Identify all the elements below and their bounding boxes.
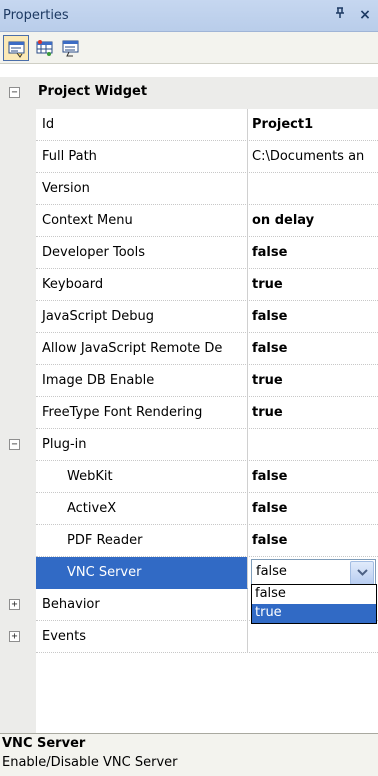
categorized-view-button[interactable] xyxy=(3,35,29,61)
property-value[interactable]: false xyxy=(249,301,378,333)
property-value[interactable]: true xyxy=(249,365,378,397)
property-row[interactable]: Developer Tools false xyxy=(0,237,378,269)
property-value[interactable]: false xyxy=(249,333,378,365)
property-row[interactable]: Image DB Enable true xyxy=(0,365,378,397)
property-row[interactable]: Id Project1 xyxy=(0,109,378,141)
property-row[interactable]: Keyboard true xyxy=(0,269,378,301)
property-row[interactable]: Allow JavaScript Remote De false xyxy=(0,333,378,365)
property-name[interactable]: Developer Tools xyxy=(36,237,248,269)
expand-icon[interactable]: + xyxy=(9,599,20,610)
properties-toolbar xyxy=(0,32,378,64)
property-row-events[interactable]: + Events xyxy=(0,621,378,653)
property-value[interactable]: C:\Documents an xyxy=(249,141,378,173)
collapse-icon[interactable]: − xyxy=(9,87,20,98)
property-name[interactable]: JavaScript Debug xyxy=(36,301,248,333)
property-value[interactable]: on delay xyxy=(249,205,378,237)
property-value[interactable]: false xyxy=(249,493,378,525)
property-name[interactable]: Plug-in xyxy=(36,429,248,461)
property-value[interactable]: true xyxy=(249,269,378,301)
categorized-icon xyxy=(8,41,25,58)
property-row[interactable]: WebKit false xyxy=(0,461,378,493)
dropdown-option-false[interactable]: false xyxy=(252,585,376,604)
property-row[interactable]: FreeType Font Rendering true xyxy=(0,397,378,429)
property-name[interactable]: Version xyxy=(36,173,248,205)
property-name[interactable]: FreeType Font Rendering xyxy=(36,397,248,429)
vnc-server-dropdown-list[interactable]: false true xyxy=(251,584,377,624)
property-name[interactable]: Image DB Enable xyxy=(36,365,248,397)
property-row[interactable]: ActiveX false xyxy=(0,493,378,525)
property-name[interactable]: Full Path xyxy=(36,141,248,173)
chevron-down-icon xyxy=(357,569,368,576)
properties-title-bar: Properties × xyxy=(0,0,378,32)
property-value[interactable]: false xyxy=(249,461,378,493)
dropdown-arrow-button[interactable] xyxy=(350,561,374,585)
close-icon[interactable]: × xyxy=(356,5,374,25)
dropdown-option-true[interactable]: true xyxy=(252,604,376,623)
property-pages-button[interactable] xyxy=(32,35,58,61)
property-row[interactable]: Full Path C:\Documents an xyxy=(0,141,378,173)
pin-icon[interactable] xyxy=(332,6,348,24)
property-value[interactable]: true xyxy=(249,397,378,429)
vnc-server-combobox[interactable]: false xyxy=(251,559,376,587)
description-title: VNC Server xyxy=(2,736,86,751)
property-value[interactable] xyxy=(249,173,378,205)
property-value[interactable]: false xyxy=(249,237,378,269)
property-name-selected[interactable]: VNC Server xyxy=(36,557,248,589)
category-project-widget[interactable]: − Project Widget xyxy=(0,77,378,109)
property-pages-icon xyxy=(36,40,53,56)
property-name[interactable]: Keyboard xyxy=(36,269,248,301)
property-row[interactable]: PDF Reader false xyxy=(0,525,378,557)
property-name[interactable]: Events xyxy=(36,621,248,653)
alphabetical-view-button[interactable] xyxy=(58,35,84,61)
property-name[interactable]: Allow JavaScript Remote De xyxy=(36,333,248,365)
category-label: Project Widget xyxy=(38,84,148,99)
property-name[interactable]: Behavior xyxy=(36,589,248,621)
property-value[interactable] xyxy=(249,621,378,653)
property-name[interactable]: Id xyxy=(36,109,248,141)
property-name[interactable]: PDF Reader xyxy=(36,525,248,557)
combobox-value: false xyxy=(256,564,287,579)
property-row-plugin[interactable]: − Plug-in xyxy=(0,429,378,461)
description-text: Enable/Disable VNC Server xyxy=(2,755,178,770)
property-row[interactable]: Version xyxy=(0,173,378,205)
expand-icon[interactable]: + xyxy=(9,631,20,642)
property-value[interactable]: Project1 xyxy=(249,109,378,141)
collapse-icon[interactable]: − xyxy=(9,439,20,450)
property-name[interactable]: Context Menu xyxy=(36,205,248,237)
property-name[interactable]: ActiveX xyxy=(36,493,248,525)
property-value[interactable] xyxy=(249,429,378,461)
property-name[interactable]: WebKit xyxy=(36,461,248,493)
alphabetical-icon xyxy=(62,40,79,57)
grid-margin xyxy=(0,653,36,733)
property-row[interactable]: Context Menu on delay xyxy=(0,205,378,237)
property-value[interactable]: false xyxy=(249,525,378,557)
property-row[interactable]: JavaScript Debug false xyxy=(0,301,378,333)
panel-title: Properties xyxy=(3,8,69,23)
description-pane: VNC Server Enable/Disable VNC Server xyxy=(0,733,378,776)
